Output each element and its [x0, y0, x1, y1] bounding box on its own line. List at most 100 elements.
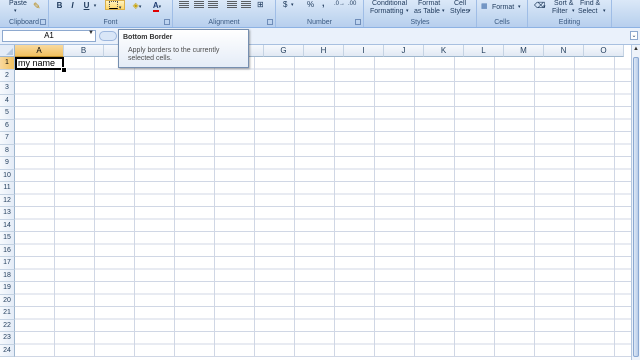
conditional-formatting-line2: Formatting	[370, 8, 404, 15]
row-header-5[interactable]: 5	[0, 107, 15, 120]
column-header-j[interactable]: J	[384, 45, 424, 57]
format-cells-button[interactable]: Format	[492, 4, 514, 11]
editing-label: Editing	[558, 19, 581, 26]
row-header-18[interactable]: 18	[0, 269, 15, 282]
column-header-a[interactable]: A	[15, 45, 64, 57]
accounting-dropdown-icon[interactable]: ▾	[291, 2, 294, 9]
font-group: B I U ▾ ▾ ◈▾ A▾ Font	[49, 0, 173, 27]
fill-dropdown-icon: ▾	[138, 4, 142, 10]
format-cells-dropdown-icon[interactable]: ▾	[518, 4, 521, 11]
row-header-11[interactable]: 11	[0, 182, 15, 195]
find-select-dropdown-icon: ▾	[603, 8, 606, 14]
clipboard-group: Paste ▾ ✎ Clipboard	[0, 0, 49, 27]
name-box[interactable]: A1	[2, 30, 96, 42]
paste-dropdown-icon[interactable]: ▾	[14, 8, 17, 15]
column-header-o[interactable]: O	[584, 45, 624, 57]
row-header-13[interactable]: 13	[0, 207, 15, 220]
alignment-group: ⊞ Alignment	[173, 0, 276, 27]
row-header-10[interactable]: 10	[0, 169, 15, 182]
font-label: Font	[103, 19, 118, 26]
sort-filter-line2: Filter	[552, 8, 568, 15]
percent-button[interactable]: %	[307, 1, 314, 9]
column-header-h[interactable]: H	[304, 45, 344, 57]
styles-label: Styles	[410, 19, 430, 26]
row-header-2[interactable]: 2	[0, 69, 15, 82]
row-header-23[interactable]: 23	[0, 332, 15, 345]
column-header-l[interactable]: L	[464, 45, 504, 57]
row-header-14[interactable]: 14	[0, 219, 15, 232]
align-center-icon[interactable]	[194, 1, 204, 9]
underline-button[interactable]: U	[81, 0, 92, 10]
formula-bar-grip[interactable]	[99, 31, 117, 41]
cell-styles-dropdown-icon: ▾	[468, 8, 471, 14]
row-header-17[interactable]: 17	[0, 257, 15, 270]
italic-button[interactable]: I	[67, 0, 78, 10]
underline-dropdown-icon[interactable]: ▾	[92, 0, 98, 10]
paste-button[interactable]: Paste	[9, 0, 27, 7]
bottom-border-button[interactable]: ▾	[105, 0, 125, 11]
increase-decimal-icon[interactable]: .0→	[334, 1, 345, 8]
align-right-icon[interactable]	[208, 1, 218, 9]
font-color-button[interactable]: A▾	[149, 0, 165, 12]
name-box-dropdown-icon[interactable]: ▼	[88, 30, 94, 36]
column-header-n[interactable]: N	[544, 45, 584, 57]
clear-dropdown-icon[interactable]: ▾	[543, 4, 546, 11]
accounting-format-icon[interactable]: $	[283, 1, 287, 9]
row-header-12[interactable]: 12	[0, 194, 15, 207]
row-header-7[interactable]: 7	[0, 132, 15, 145]
row-header-15[interactable]: 15	[0, 232, 15, 245]
styles-group: Conditional Formatting ▾ Format as Table…	[364, 0, 477, 27]
ribbon: Paste ▾ ✎ Clipboard B I U ▾ ▾ ◈▾ A▾ Font…	[0, 0, 640, 28]
scrollbar-thumb[interactable]	[633, 57, 639, 357]
row-header-6[interactable]: 6	[0, 119, 15, 132]
number-launcher-icon[interactable]	[355, 19, 361, 25]
row-header-4[interactable]: 4	[0, 94, 15, 107]
format-painter-icon[interactable]: ✎	[33, 2, 41, 11]
find-select-line1: Find &	[580, 0, 601, 7]
bottom-border-tooltip: Bottom Border Apply borders to the curre…	[118, 29, 249, 68]
row-header-21[interactable]: 21	[0, 307, 15, 320]
row-header-19[interactable]: 19	[0, 282, 15, 295]
scroll-up-icon[interactable]: ▲	[632, 46, 640, 55]
active-cell[interactable]: my name	[15, 57, 64, 70]
row-header-22[interactable]: 22	[0, 319, 15, 332]
column-header-b[interactable]: B	[64, 45, 104, 57]
row-header-24[interactable]: 24	[0, 344, 15, 357]
bold-button[interactable]: B	[54, 0, 65, 10]
vertical-scrollbar[interactable]: ▲	[631, 45, 640, 360]
column-header-k[interactable]: K	[424, 45, 464, 57]
row-header-1[interactable]: 1	[0, 57, 15, 70]
increase-indent-icon[interactable]	[241, 1, 251, 9]
merge-center-icon[interactable]: ⊞	[257, 1, 264, 9]
cells-group: ▦ Format ▾ Cells	[477, 0, 528, 27]
format-cells-icon: ▦	[481, 3, 488, 10]
expand-formula-bar-icon[interactable]: ⌄	[630, 31, 638, 40]
worksheet-grid: ABCDEFGHIJKLMNO 123456789101112131415161…	[0, 45, 631, 360]
cell-styles-line2: Styles	[450, 8, 470, 15]
column-header-m[interactable]: M	[504, 45, 544, 57]
row-header-9[interactable]: 9	[0, 157, 15, 170]
fill-handle[interactable]	[61, 67, 67, 73]
column-header-g[interactable]: G	[264, 45, 304, 57]
align-left-icon[interactable]	[179, 1, 189, 9]
alignment-launcher-icon[interactable]	[267, 19, 273, 25]
clipboard-launcher-icon[interactable]	[40, 19, 46, 25]
fill-color-button[interactable]: ◈▾	[129, 0, 145, 10]
decrease-indent-icon[interactable]	[227, 1, 237, 9]
row-header-16[interactable]: 16	[0, 244, 15, 257]
comma-style-button[interactable]: ,	[322, 0, 325, 8]
border-dropdown-icon: ▾	[117, 5, 122, 11]
border-icon	[108, 1, 118, 9]
cells-area[interactable]	[15, 57, 631, 357]
cell-styles-line1: Cell	[454, 0, 467, 7]
select-all-button[interactable]	[0, 45, 15, 57]
row-header-3[interactable]: 3	[0, 82, 15, 95]
formula-bar: A1 ▼ ⌄	[0, 28, 640, 45]
cells-label: Cells	[494, 19, 510, 26]
column-header-i[interactable]: I	[344, 45, 384, 57]
font-color-dropdown-icon: ▾	[158, 4, 162, 10]
decrease-decimal-icon[interactable]: .00	[348, 1, 356, 8]
font-launcher-icon[interactable]	[164, 19, 170, 25]
row-header-8[interactable]: 8	[0, 144, 15, 157]
row-header-20[interactable]: 20	[0, 294, 15, 307]
